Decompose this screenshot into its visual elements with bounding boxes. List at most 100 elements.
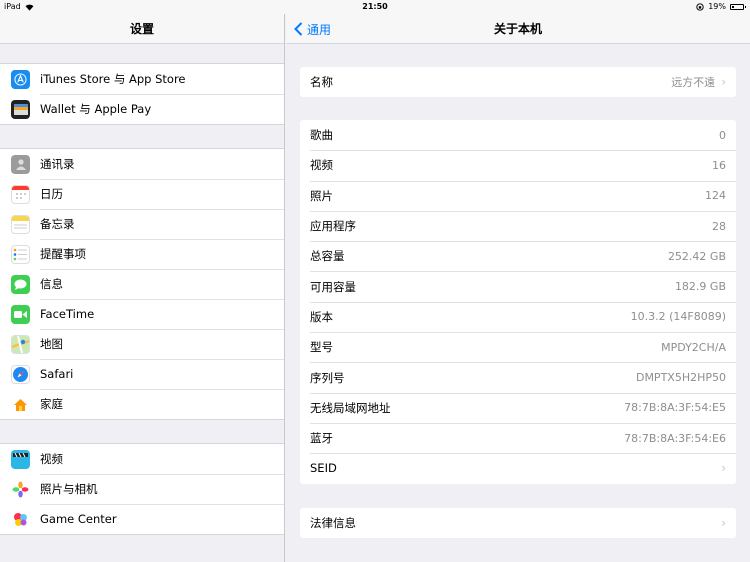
row-label: 型号 (310, 340, 333, 355)
info-row-serial: 序列号 DMPTX5H2HP50 (300, 362, 736, 392)
info-row-photos: 照片 124 (300, 180, 736, 211)
settings-item-label: FaceTime (40, 307, 95, 321)
settings-item-facetime[interactable]: FaceTime (0, 299, 284, 329)
info-row-wifi-address: 无线局域网地址 78:7B:8A:3F:54:E5 (300, 392, 736, 423)
master-pane: 设置 iTunes Store 与 App Store Wallet 与 App… (0, 14, 285, 562)
settings-item-label: 信息 (40, 277, 63, 291)
row-label: 应用程序 (310, 219, 356, 234)
settings-item-label: 通讯录 (40, 157, 75, 171)
row-value: 16 (712, 158, 726, 172)
photos-icon (11, 479, 30, 499)
settings-item-label: 备忘录 (40, 217, 75, 231)
settings-item-home[interactable]: 家庭 (0, 389, 284, 419)
detail-title: 关于本机 (493, 22, 542, 36)
safari-icon (11, 364, 30, 384)
settings-item-wallet[interactable]: Wallet 与 Apple Pay (0, 94, 284, 124)
settings-group-2: 通讯录 日历 备忘录 提醒事项 信息 FaceTime 地图 Safari 家庭 (0, 148, 284, 420)
info-row-version: 版本 10.3.2 (14F8089) (300, 301, 736, 332)
row-value: 78:7B:8A:3F:54:E6 (624, 431, 726, 445)
notes-icon (11, 214, 30, 234)
settings-item-reminders[interactable]: 提醒事项 (0, 239, 284, 269)
calendar-icon (11, 184, 30, 204)
row-value: › (715, 516, 726, 530)
settings-item-label: 家庭 (40, 397, 63, 411)
row-value: › (715, 461, 726, 475)
row-label: 法律信息 (310, 516, 356, 531)
row-label: 照片 (310, 188, 333, 203)
settings-item-app-store[interactable]: iTunes Store 与 App Store (0, 64, 284, 94)
battery-icon (730, 4, 746, 10)
device-name-value: 远方不遠 (671, 76, 716, 90)
row-value: 10.3.2 (14F8089) (630, 310, 726, 324)
chevron-left-icon (294, 22, 303, 36)
facetime-icon (11, 304, 30, 324)
info-row-capacity: 总容量 252.42 GB (300, 241, 736, 271)
info-row-applications: 应用程序 28 (300, 210, 736, 241)
row-value: MPDY2CH/A (661, 340, 726, 354)
row-value: 28 (712, 219, 726, 233)
videos-icon (11, 449, 30, 469)
messages-icon (11, 274, 30, 294)
chevron-right-icon: › (721, 75, 726, 90)
row-value: DMPTX5H2HP50 (635, 371, 726, 385)
row-value: 78:7B:8A:3F:54:E5 (624, 401, 726, 415)
settings-item-label: 地图 (40, 337, 63, 351)
contacts-icon (11, 154, 30, 174)
status-time: 21:50 (362, 2, 388, 11)
settings-group-3: 视频 照片与相机 Game Center (0, 443, 284, 535)
row-value: 182.9 GB (674, 280, 726, 294)
settings-item-contacts[interactable]: 通讯录 (0, 149, 284, 179)
settings-item-label: Game Center (40, 512, 117, 526)
master-navbar: 设置 (0, 14, 284, 44)
back-button-label: 通用 (307, 22, 332, 37)
info-row-model[interactable]: 型号 MPDY2CH/A (300, 332, 736, 362)
info-card: 歌曲 0 视频 16 照片 124 应用程序 28 总容量 252.42 GB … (300, 120, 736, 484)
settings-item-calendar[interactable]: 日历 (0, 179, 284, 209)
row-value: 252.42 GB (667, 249, 726, 263)
info-row-bluetooth: 蓝牙 78:7B:8A:3F:54:E6 (300, 422, 736, 453)
chevron-right-icon: › (721, 516, 726, 531)
row-label: 无线局域网地址 (310, 400, 391, 415)
settings-item-messages[interactable]: 信息 (0, 269, 284, 299)
row-value: 124 (705, 189, 726, 203)
row-label: 名称 (310, 75, 333, 90)
row-value: 远方不遠 › (671, 74, 726, 90)
settings-item-maps[interactable]: 地图 (0, 329, 284, 359)
legal-card: 法律信息 › (300, 508, 736, 539)
battery-percent: 19% (708, 2, 726, 11)
name-row[interactable]: 名称 远方不遠 › (300, 67, 736, 97)
info-row-available: 可用容量 182.9 GB (300, 271, 736, 301)
settings-item-photos[interactable]: 照片与相机 (0, 474, 284, 504)
settings-item-safari[interactable]: Safari (0, 359, 284, 389)
back-button[interactable]: 通用 (294, 14, 331, 44)
settings-item-game-center[interactable]: Game Center (0, 504, 284, 534)
orientation-lock-icon (696, 3, 704, 11)
detail-pane: 通用 关于本机 名称 远方不遠 › 歌曲 0 视频 16 照片 124 应用程序… (286, 14, 750, 562)
settings-item-notes[interactable]: 备忘录 (0, 209, 284, 239)
wallet-icon (11, 99, 30, 119)
chevron-right-icon: › (721, 461, 726, 476)
row-label: 序列号 (310, 370, 345, 385)
settings-item-label: 提醒事项 (40, 247, 86, 261)
detail-navbar: 通用 关于本机 (286, 14, 750, 44)
name-card: 名称 远方不遠 › (300, 67, 736, 98)
settings-item-videos[interactable]: 视频 (0, 444, 284, 474)
row-label: 版本 (310, 309, 333, 324)
settings-item-label: Wallet 与 Apple Pay (40, 102, 152, 116)
row-label: 总容量 (310, 249, 345, 264)
status-right: 19% (696, 0, 746, 14)
settings-item-label: Safari (40, 367, 74, 381)
settings-item-label: 日历 (40, 187, 63, 201)
master-title: 设置 (129, 22, 154, 36)
info-row-seid[interactable]: SEID › (300, 453, 736, 483)
info-row-songs: 歌曲 0 (300, 120, 736, 150)
settings-group-1: iTunes Store 与 App Store Wallet 与 Apple … (0, 63, 284, 125)
legal-row[interactable]: 法律信息 › (300, 508, 736, 538)
row-value: 0 (719, 128, 726, 142)
row-label: 蓝牙 (310, 431, 333, 446)
game-center-icon (11, 509, 30, 529)
app-store-icon (11, 69, 30, 89)
reminders-icon (11, 244, 30, 264)
row-label: 可用容量 (310, 279, 356, 294)
row-label: 歌曲 (310, 128, 333, 143)
